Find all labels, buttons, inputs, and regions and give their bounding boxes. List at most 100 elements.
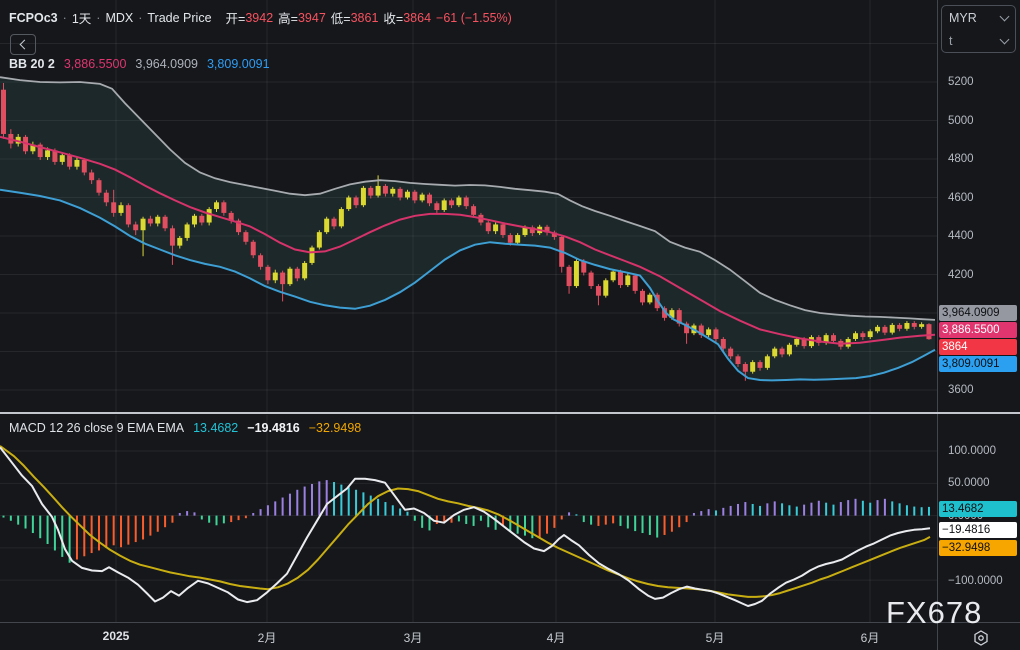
candle-body: [412, 192, 417, 201]
candle-body: [1, 90, 6, 134]
candle-body: [192, 216, 197, 225]
bb-lower-value: 3,809.0091: [207, 57, 270, 71]
candle-body: [163, 217, 168, 229]
candle-body: [376, 186, 381, 196]
candle-body: [427, 195, 432, 204]
candle-body: [486, 223, 491, 232]
macd-hist-bar: [590, 516, 592, 525]
price-badge: 3,809.0091: [939, 356, 1017, 372]
macd-hist-bar: [722, 508, 724, 516]
candle-body: [728, 349, 733, 357]
macd-hist-bar: [561, 516, 563, 520]
candle-body: [596, 286, 601, 296]
candle-body: [199, 216, 204, 223]
candle-body: [897, 325, 902, 329]
candle-body: [567, 267, 572, 286]
candle-body: [890, 325, 895, 333]
macd-hist-bar: [788, 505, 790, 515]
macd-hist-bar: [296, 490, 298, 516]
candle-body: [60, 155, 65, 162]
macd-hist-bar: [267, 505, 269, 515]
macd-hist-bar: [700, 511, 702, 516]
symbol-name[interactable]: FCPOc3: [9, 11, 58, 25]
bb-indicator-legend[interactable]: BB 20 2 3,886.5500 3,964.0909 3,809.0091: [9, 57, 270, 71]
macd-hist-bar: [216, 516, 218, 526]
candle-body: [287, 269, 292, 284]
macd-hist-bar: [61, 516, 63, 557]
candle-body: [912, 323, 917, 327]
price-scale[interactable]: 5200500048004600440042003600100.000050.0…: [938, 0, 1020, 622]
candle-body: [170, 228, 175, 245]
macd-hist-bar: [10, 516, 12, 521]
bb-upper-value: 3,964.0909: [135, 57, 198, 71]
macd-hist-bar: [105, 516, 107, 548]
macd-hist-bar: [906, 505, 908, 515]
macd-hist-bar: [370, 496, 372, 516]
macd-pane-canvas[interactable]: [0, 415, 937, 622]
macd-hist-bar: [25, 516, 27, 529]
macd-hist-bar: [524, 516, 526, 536]
close-value: 3864: [403, 11, 431, 25]
macd-hist-bar: [869, 503, 871, 516]
candle-body: [589, 273, 594, 286]
candle-body: [449, 200, 454, 205]
macd-hist-bar: [825, 503, 827, 516]
currency-select[interactable]: MYR: [942, 6, 1015, 29]
candle-body: [346, 198, 351, 210]
macd-hist-bar: [83, 516, 85, 557]
unit-select[interactable]: t: [942, 29, 1015, 52]
candle-body: [464, 198, 469, 207]
candle-body: [148, 219, 153, 224]
macd-hist-bar: [612, 516, 614, 524]
time-tick-label: 2月: [227, 629, 307, 646]
settings-icon[interactable]: [972, 629, 990, 647]
macd-hist-bar: [678, 516, 680, 528]
macd-hist-bar: [179, 513, 181, 516]
pane-divider[interactable]: [0, 412, 1020, 414]
candle-body: [398, 189, 403, 198]
candle-body: [780, 349, 785, 355]
macd-indicator-legend[interactable]: MACD 12 26 close 9 EMA EMA 13.4682 −19.4…: [9, 421, 361, 435]
macd-hist-bar: [171, 516, 173, 523]
candle-body: [442, 200, 447, 210]
macd-hist-bar: [539, 516, 541, 539]
macd-hist-bar: [465, 516, 467, 524]
candle-body: [750, 362, 755, 372]
macd-hist-bar: [377, 499, 379, 516]
interval-label[interactable]: 1天: [72, 8, 91, 27]
bb-basis-value: 3,886.5500: [64, 57, 127, 71]
bb-label: BB 20 2: [9, 57, 55, 71]
axis-tick-label: 4200: [948, 269, 974, 281]
low-label: 低=: [331, 8, 351, 27]
macd-hist-bar: [619, 516, 621, 526]
price-badge: 3864: [939, 339, 1017, 355]
time-scale[interactable]: 20252月3月4月5月6月: [0, 623, 937, 650]
macd-hist-bar: [832, 505, 834, 516]
macd-hist-bar: [649, 516, 651, 535]
macd-hist-bar: [39, 516, 41, 539]
macd-hist-bar: [392, 505, 394, 515]
macd-hist-bar: [583, 516, 585, 522]
candle-body: [155, 217, 160, 224]
macd-hist-bar: [245, 516, 247, 519]
candle-body: [787, 345, 792, 355]
candle-body: [302, 263, 307, 278]
back-button[interactable]: [10, 34, 36, 55]
time-tick-label: 6月: [830, 629, 910, 646]
candle-body: [354, 198, 359, 206]
macd-hist-bar: [414, 516, 416, 521]
macd-hist-bar: [289, 494, 291, 516]
candle-body: [882, 327, 887, 333]
macd-hist-bar: [693, 513, 695, 516]
symbol-header: FCPOc3 · 1天 · MDX · Trade Price 开=3942 高…: [9, 8, 512, 27]
macd-hist-bar: [304, 487, 306, 516]
macd-hist-bar: [98, 516, 100, 551]
candle-body: [772, 349, 777, 357]
price-badge: 3,964.0909: [939, 305, 1017, 321]
macd-hist-bar: [473, 516, 475, 526]
macd-hist-bar: [326, 480, 328, 516]
macd-hist-bar: [759, 506, 761, 516]
axis-tick-label: 5000: [948, 115, 974, 127]
close-label: 收=: [383, 8, 403, 27]
candle-body: [119, 205, 124, 213]
